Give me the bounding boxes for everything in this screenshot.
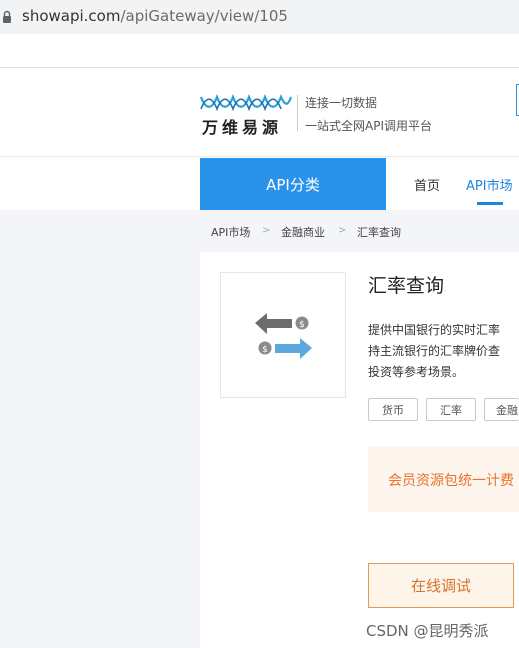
watermark: CSDN @昆明秀派 <box>366 622 489 640</box>
address-bar[interactable]: showapi.com/apiGateway/view/105 <box>0 0 519 34</box>
url-path: /apiGateway/view/105 <box>120 7 288 25</box>
breadcrumb-separator: > <box>338 225 347 236</box>
url-text: showapi.com/apiGateway/view/105 <box>22 7 288 25</box>
api-category-menu[interactable]: API分类 <box>200 158 386 210</box>
url-host: showapi.com <box>22 7 121 25</box>
breadcrumb-separator: > <box>262 225 271 236</box>
breadcrumb-item-current: 汇率查询 <box>357 226 401 239</box>
api-title: 汇率查询 <box>368 275 445 297</box>
breadcrumb-item-finance[interactable]: 金融商业 <box>281 224 325 240</box>
member-package-banner: 会员资源包统一计费 <box>368 446 519 512</box>
api-category-label: API分类 <box>266 175 320 194</box>
tag-currency[interactable]: 货币 <box>368 398 418 421</box>
online-test-button[interactable]: 在线调试 <box>368 563 514 608</box>
breadcrumb-item-api-market[interactable]: API市场 <box>211 224 250 240</box>
header-bottom-divider <box>0 156 519 157</box>
api-description-line-2: 持主流银行的汇率牌价查 <box>368 344 501 358</box>
currency-exchange-icon: $ $ <box>255 313 312 359</box>
tag-finance[interactable]: 金融 <box>484 398 519 421</box>
brand-name: 万维易源 <box>202 118 283 137</box>
slogan-line-1: 连接一切数据 <box>305 96 378 110</box>
nav-item-api-market[interactable]: API市场 <box>466 175 513 194</box>
lock-icon <box>3 10 11 23</box>
api-icon-box: $ $ <box>220 272 346 398</box>
logo-wave-icon[interactable] <box>200 94 292 112</box>
header-top-divider <box>0 67 519 68</box>
svg-text:$: $ <box>262 345 268 355</box>
logo-separator <box>297 95 298 131</box>
nav-item-home[interactable]: 首页 <box>414 175 440 194</box>
api-description-line-1: 提供中国银行的实时汇率 <box>368 323 501 337</box>
member-package-text: 会员资源包统一计费 <box>388 473 514 489</box>
tag-exchange-rate[interactable]: 汇率 <box>426 398 476 421</box>
nav-active-indicator <box>477 202 503 205</box>
svg-text:$: $ <box>299 320 305 330</box>
api-description-line-3: 投资等参考场景。 <box>368 365 465 379</box>
slogan-line-2: 一站式全网API调用平台 <box>305 119 432 133</box>
